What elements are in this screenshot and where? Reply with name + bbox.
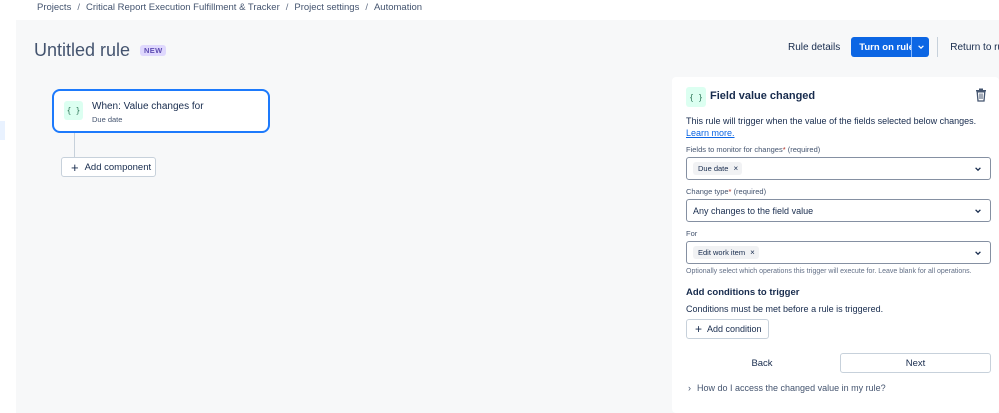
- panel-title: Field value changed: [710, 90, 816, 102]
- turn-on-rule-split-button: Turn on rule: [851, 37, 930, 57]
- change-type-label-text: Change type: [686, 187, 729, 196]
- chevron-down-icon: [917, 45, 924, 50]
- return-to-rules-button[interactable]: Return to rules: [950, 42, 999, 53]
- breadcrumb: Projects / Critical Report Execution Ful…: [37, 0, 422, 14]
- required-text: (required): [733, 187, 767, 196]
- divider: [937, 37, 939, 57]
- next-button[interactable]: Next: [840, 353, 991, 373]
- for-operations-select[interactable]: Edit work item ×: [686, 241, 991, 264]
- operation-chip: Edit work item ×: [693, 246, 759, 259]
- required-asterisk: *: [782, 145, 786, 154]
- chevron-down-icon: [975, 167, 981, 172]
- chip-remove-icon[interactable]: ×: [733, 164, 738, 173]
- chevron-down-icon: [975, 251, 981, 256]
- connector-line: [74, 133, 75, 157]
- add-condition-label: Add condition: [707, 324, 762, 334]
- breadcrumb-project-settings[interactable]: Project settings: [294, 2, 359, 13]
- description-text: This rule will trigger when the value of…: [686, 116, 977, 126]
- change-type-value: Any changes to the field value: [693, 205, 814, 216]
- fields-to-monitor-select[interactable]: Due date ×: [686, 157, 991, 180]
- required-text: (required): [787, 145, 821, 154]
- code-braces-icon: { }: [686, 87, 706, 107]
- trigger-subtitle: Due date: [92, 115, 123, 124]
- add-component-label: Add component: [84, 161, 152, 173]
- back-button[interactable]: Back: [687, 353, 837, 373]
- turn-on-options-button[interactable]: [911, 37, 930, 57]
- rule-header: Untitled rule NEW: [34, 40, 167, 61]
- chip-remove-icon[interactable]: ×: [750, 248, 755, 257]
- conditions-title: Add conditions to trigger: [686, 287, 800, 298]
- for-label: For: [686, 229, 698, 238]
- learn-more-link[interactable]: Learn more.: [686, 128, 735, 138]
- add-component-button[interactable]: + Add component: [61, 157, 156, 177]
- new-badge: NEW: [140, 45, 167, 56]
- trigger-card[interactable]: { } When: Value changes for Due date: [52, 89, 270, 133]
- header-actions: Rule details Turn on rule Return to rule…: [788, 37, 999, 57]
- breadcrumb-automation[interactable]: Automation: [374, 2, 422, 13]
- field-chip: Due date ×: [693, 162, 743, 175]
- breadcrumb-project[interactable]: Critical Report Execution Fulfillment & …: [86, 2, 280, 13]
- breadcrumb-projects[interactable]: Projects: [37, 2, 71, 13]
- turn-on-rule-button[interactable]: Turn on rule: [851, 37, 914, 57]
- change-type-select[interactable]: Any changes to the field value: [686, 199, 991, 222]
- code-braces-icon: { }: [64, 101, 83, 120]
- rule-title[interactable]: Untitled rule: [34, 40, 130, 61]
- side-nav-indicator: [0, 121, 5, 140]
- chip-label: Due date: [698, 164, 729, 173]
- fields-label-text: Fields to monitor for changes: [686, 145, 783, 154]
- breadcrumb-separator: /: [77, 1, 80, 13]
- add-condition-button[interactable]: + Add condition: [686, 319, 769, 339]
- required-asterisk: *: [728, 187, 732, 196]
- chevron-down-icon: [975, 209, 981, 214]
- breadcrumb-separator: /: [285, 1, 289, 13]
- fields-to-monitor-label: Fields to monitor for changes* (required…: [686, 145, 820, 154]
- plus-icon: +: [695, 322, 703, 336]
- trigger-title: When: Value changes for: [92, 101, 204, 112]
- breadcrumb-separator: /: [365, 1, 368, 13]
- panel-description: This rule will trigger when the value of…: [686, 115, 986, 139]
- trash-icon[interactable]: [975, 88, 987, 102]
- chip-label: Edit work item: [698, 248, 746, 257]
- rule-details-button[interactable]: Rule details: [788, 42, 840, 53]
- change-type-label: Change type* (required): [686, 187, 766, 196]
- faq-expander[interactable]: › How do I access the changed value in m…: [688, 383, 886, 393]
- for-hint: Optionally select which operations this …: [686, 268, 972, 275]
- plus-icon: +: [71, 159, 79, 175]
- conditions-description: Conditions must be met before a rule is …: [686, 304, 884, 314]
- chevron-right-icon: ›: [688, 383, 691, 393]
- faq-label: How do I access the changed value in my …: [697, 383, 886, 393]
